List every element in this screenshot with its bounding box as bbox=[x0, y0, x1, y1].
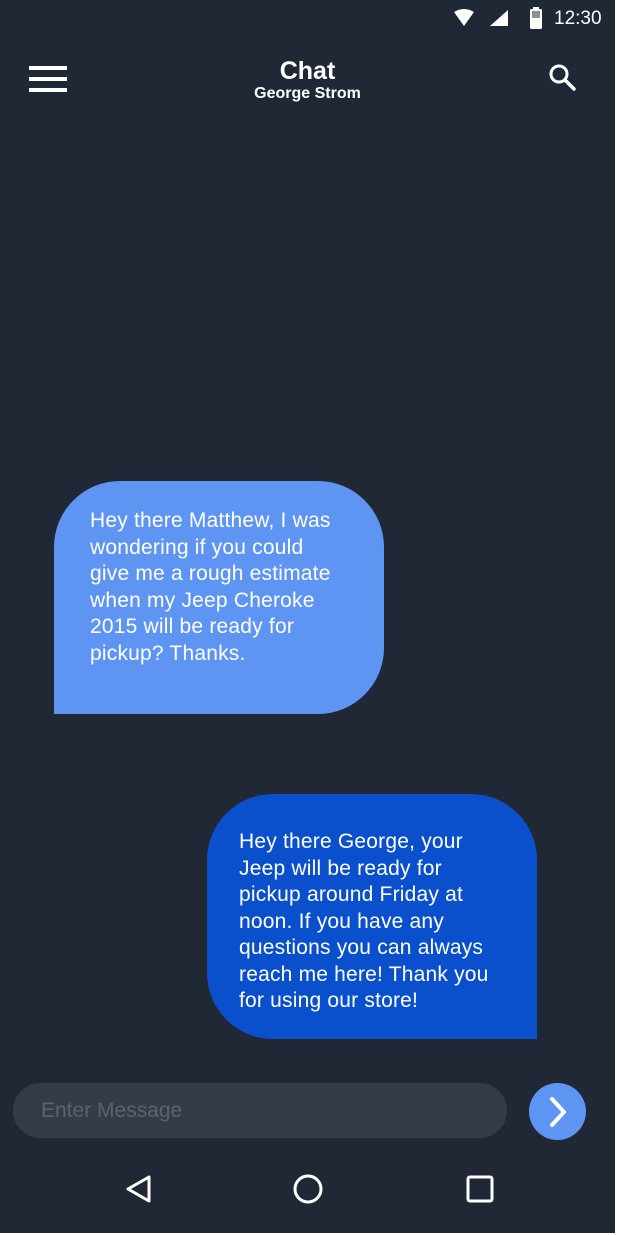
chat-screen: 12:30 Chat George Strom Hey there Matthe… bbox=[0, 0, 615, 1233]
chevron-right-icon bbox=[550, 1097, 566, 1127]
app-bar: Chat George Strom bbox=[0, 38, 615, 118]
status-bar: 12:30 bbox=[0, 0, 615, 38]
search-icon[interactable] bbox=[548, 63, 576, 91]
message-bubble-received: Hey there Matthew, I was wondering if yo… bbox=[54, 481, 384, 714]
home-icon[interactable] bbox=[291, 1172, 325, 1206]
message-input[interactable] bbox=[13, 1083, 507, 1138]
signal-icon bbox=[489, 9, 509, 32]
send-button[interactable] bbox=[529, 1083, 586, 1140]
message-bubble-sent: Hey there George, your Jeep will be read… bbox=[207, 794, 537, 1039]
status-time: 12:30 bbox=[554, 8, 602, 29]
page-subtitle: George Strom bbox=[254, 85, 361, 102]
title-block: Chat George Strom bbox=[0, 57, 615, 103]
recents-icon[interactable] bbox=[463, 1172, 497, 1206]
wifi-icon bbox=[453, 9, 475, 32]
back-icon[interactable] bbox=[122, 1172, 156, 1206]
page-title: Chat bbox=[279, 57, 336, 85]
system-nav-bar bbox=[0, 1150, 615, 1233]
battery-icon bbox=[529, 7, 543, 34]
